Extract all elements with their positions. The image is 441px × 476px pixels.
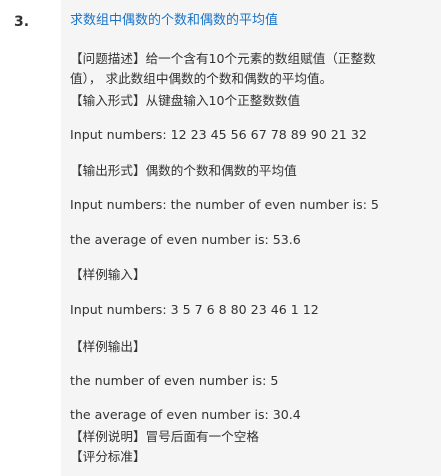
question-title: 求数组中偶数的个数和偶数的平均值 [70,13,279,28]
question-card: 3. 求数组中偶数的个数和偶数的平均值 【问题描述】给一个含有10个元素的数组赋… [0,0,441,476]
sample-output-line-1: the number of even number is: 5 [70,373,279,388]
input-format-example: Input numbers: 12 23 45 56 67 78 89 90 2… [70,127,367,142]
scoring-criteria-heading: 【评分标准】 [70,449,146,464]
question-panel: 求数组中偶数的个数和偶数的平均值 【问题描述】给一个含有10个元素的数组赋值（正… [61,0,441,476]
output-format-example-2: the average of even number is: 53.6 [70,232,301,247]
sample-output-heading: 【样例输出】 [70,339,146,354]
sample-input-heading: 【样例输入】 [70,267,146,282]
problem-description-line-1: 【问题描述】给一个含有10个元素的数组赋值（正整数 [70,51,376,66]
output-format-example-1: Input numbers: the number of even number… [70,197,379,212]
input-format-line: 【输入形式】从键盘输入10个正整数数值 [70,93,301,108]
output-format-line: 【输出形式】偶数的个数和偶数的平均值 [70,163,297,178]
question-number: 3. [14,14,30,30]
sample-output-line-2: the average of even number is: 30.4 [70,407,301,422]
problem-description-line-2: 值）， 求此数组中偶数的个数和偶数的平均值。 [70,71,333,86]
sample-explanation-line: 【样例说明】冒号后面有一个空格 [70,429,259,444]
sample-input-text: Input numbers: 3 5 7 6 8 80 23 46 1 12 [70,302,319,317]
